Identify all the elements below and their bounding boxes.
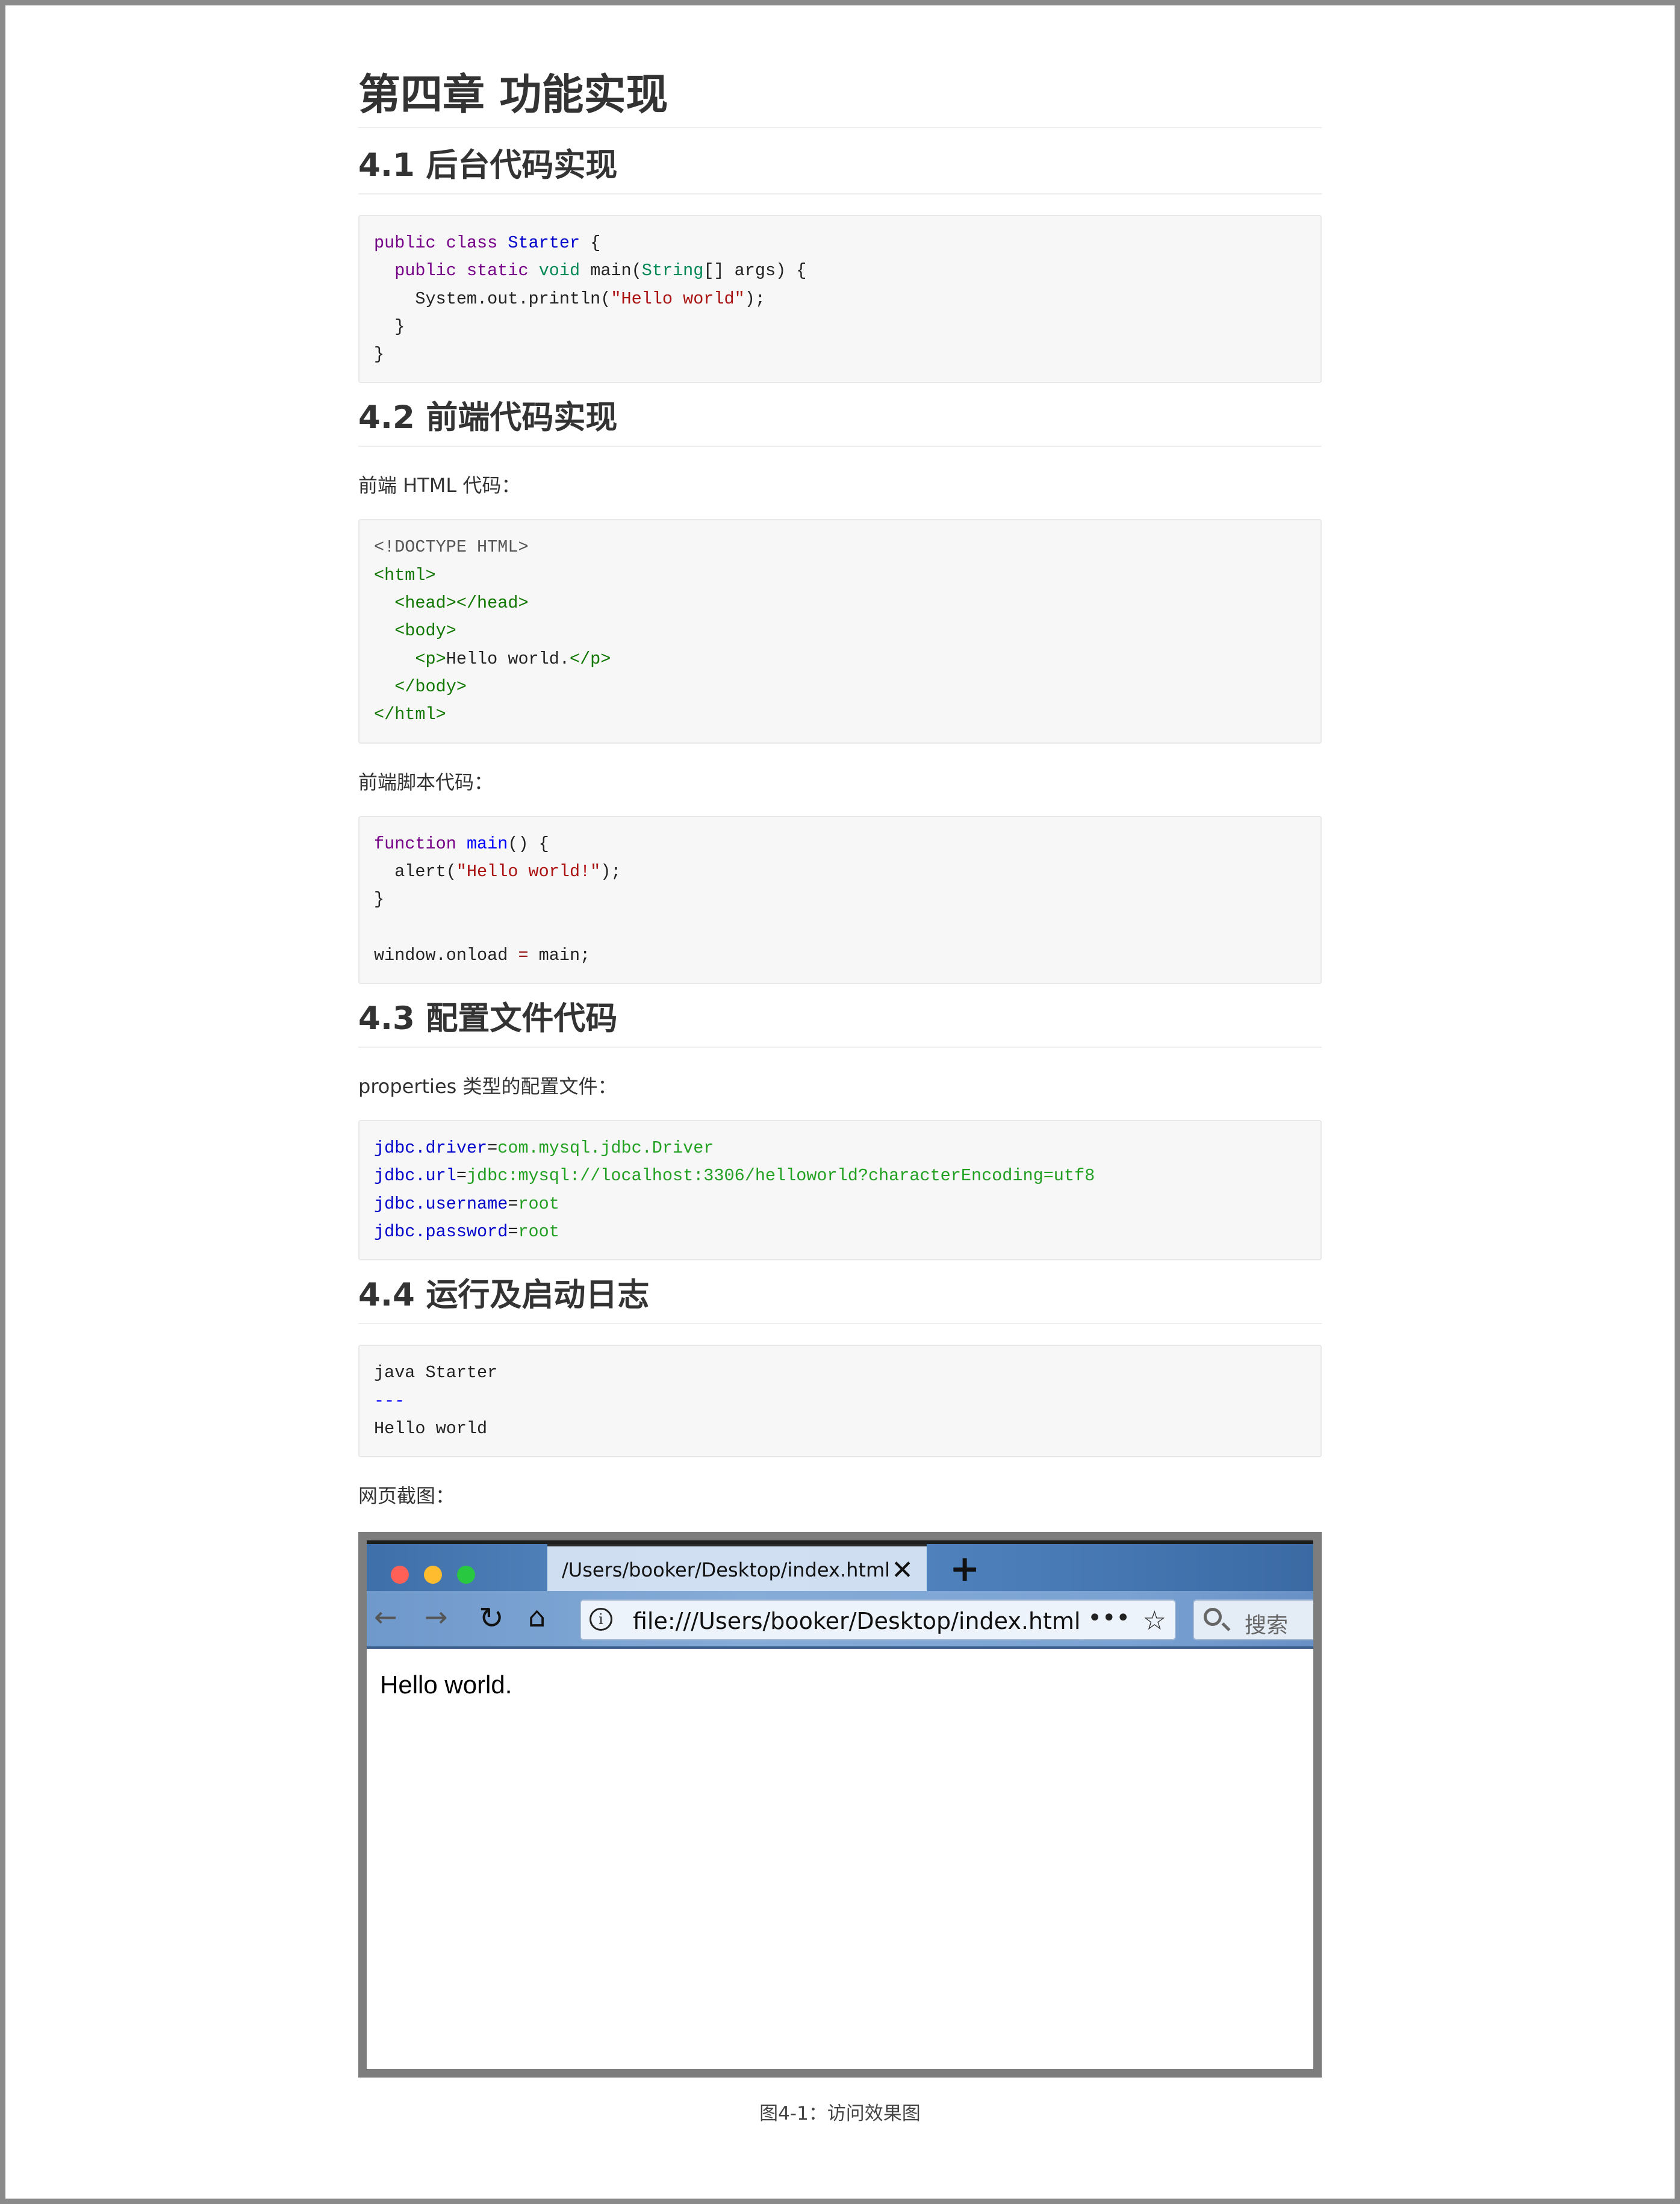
java-code-block: public class Starter { public static voi…	[358, 215, 1322, 384]
code-token: </html>	[374, 705, 446, 725]
code-token: </body>	[394, 676, 467, 697]
code-token: String	[641, 261, 704, 281]
html-code-label: 前端 HTML 代码：	[358, 474, 521, 497]
code-token: );	[744, 288, 765, 309]
window-zoom-dot-icon[interactable]	[457, 1566, 475, 1584]
log-code-block: java Starter --- Hello world	[358, 1345, 1322, 1458]
code-token: void	[538, 261, 580, 281]
more-icon[interactable]: •••	[1087, 1604, 1130, 1632]
code-token: jdbc.username	[374, 1194, 508, 1214]
search-icon	[1204, 1608, 1222, 1627]
code-token: }	[374, 344, 385, 365]
home-icon[interactable]: ⌂	[528, 1601, 546, 1633]
script-code-label: 前端脚本代码：	[358, 770, 494, 794]
tab-title: /Users/booker/Desktop/index.html	[562, 1558, 891, 1582]
code-token: </head>	[456, 593, 529, 614]
code-token: jdbc.password	[374, 1221, 508, 1242]
code-token: public	[394, 261, 456, 281]
search-input[interactable]: 搜索	[1193, 1599, 1313, 1641]
close-icon[interactable]: ✕	[891, 1555, 913, 1586]
properties-code-block: jdbc.driver=com.mysql.jdbc.Driver jdbc.u…	[358, 1120, 1322, 1261]
browser-tab[interactable]: /Users/booker/Desktop/index.html ✕	[547, 1544, 927, 1595]
code-token: Hello world	[374, 1418, 488, 1439]
code-token: =	[518, 945, 529, 965]
browser-viewport: Hello world.	[367, 1649, 1313, 2070]
code-token: <p>	[415, 649, 446, 669]
code-token: jdbc:mysql://localhost:3306/helloworld?c…	[466, 1166, 1095, 1186]
code-token: }	[374, 316, 405, 337]
code-token: "Hello world!"	[456, 861, 601, 882]
code-token: () {	[508, 833, 549, 854]
info-icon[interactable]: i	[590, 1608, 612, 1631]
code-token: Starter	[508, 233, 580, 253]
code-token: static	[466, 261, 529, 281]
section-heading-4-4: 4.4 运行及启动日志	[358, 1271, 1322, 1325]
code-token: java Starter	[374, 1363, 498, 1383]
window-close-dot-icon[interactable]	[391, 1566, 409, 1584]
code-token: root	[518, 1194, 559, 1214]
code-token: =	[456, 1166, 467, 1186]
browser-nav-bar: ← → ↻ ⌂ i file:///Users/booker/Desktop/i…	[367, 1591, 1313, 1649]
back-arrow-icon[interactable]: ←	[374, 1601, 397, 1633]
star-icon[interactable]: ☆	[1143, 1605, 1166, 1636]
url-bar[interactable]: i file:///Users/booker/Desktop/index.htm…	[580, 1599, 1176, 1641]
code-token: root	[518, 1221, 559, 1242]
code-token: public	[374, 233, 436, 253]
code-token: }	[374, 889, 385, 910]
code-token: jdbc.driver	[374, 1138, 488, 1159]
code-token: class	[446, 233, 498, 253]
browser-screenshot-figure: /Users/booker/Desktop/index.html ✕ + ← →…	[358, 1532, 1322, 2078]
plus-icon[interactable]: +	[950, 1548, 980, 1590]
screenshot-label: 网页截图：	[358, 1484, 455, 1508]
code-token: jdbc.url	[374, 1166, 456, 1186]
code-token: main	[466, 833, 508, 854]
figure-caption: 图4-1：访问效果图	[759, 2103, 921, 2125]
section-heading-4-2: 4.2 前端代码实现	[358, 394, 1322, 447]
browser-tab-bar: /Users/booker/Desktop/index.html ✕ +	[367, 1540, 1313, 1595]
code-token: Hello world.	[446, 649, 570, 669]
code-token: =	[508, 1194, 518, 1214]
code-token: </p>	[569, 649, 611, 669]
code-token: <body>	[394, 621, 456, 641]
code-token: alert(	[374, 861, 456, 882]
section-heading-4-1: 4.1 后台代码实现	[358, 142, 1322, 195]
window-minimize-dot-icon[interactable]	[424, 1566, 442, 1584]
code-token: =	[508, 1221, 518, 1242]
code-token: function	[374, 833, 456, 854]
code-token: <head>	[394, 593, 456, 614]
properties-label: properties 类型的配置文件：	[358, 1075, 617, 1098]
code-token: com.mysql.jdbc.Driver	[497, 1138, 714, 1159]
code-token: {	[580, 233, 601, 253]
code-token: window.onload	[374, 945, 518, 965]
code-token: [] args) {	[703, 261, 807, 281]
code-token: <html>	[374, 565, 436, 585]
forward-arrow-icon[interactable]: →	[425, 1601, 448, 1633]
code-token: "Hello world"	[611, 288, 745, 309]
code-token: ---	[374, 1390, 405, 1411]
code-token: main(	[590, 261, 642, 281]
code-token: <!DOCTYPE HTML>	[374, 537, 529, 558]
search-placeholder: 搜索	[1245, 1613, 1289, 1639]
document-page: 第四章 功能实现 4.1 后台代码实现 public class Starter…	[358, 5, 1322, 2125]
section-heading-4-3: 4.3 配置文件代码	[358, 995, 1322, 1048]
reload-icon[interactable]: ↻	[479, 1601, 504, 1636]
code-token: );	[600, 861, 621, 882]
url-text: file:///Users/booker/Desktop/index.html	[633, 1608, 1081, 1635]
page-content-text: Hello world.	[380, 1670, 512, 1699]
js-code-block: function main() { alert("Hello world!");…	[358, 815, 1322, 985]
chapter-title: 第四章 功能实现	[358, 63, 1322, 128]
code-token: =	[487, 1138, 498, 1159]
code-token: System.out.println(	[374, 288, 611, 309]
html-code-block: <!DOCTYPE HTML> <html> <head></head> <bo…	[358, 519, 1322, 744]
code-token: main;	[528, 945, 591, 965]
